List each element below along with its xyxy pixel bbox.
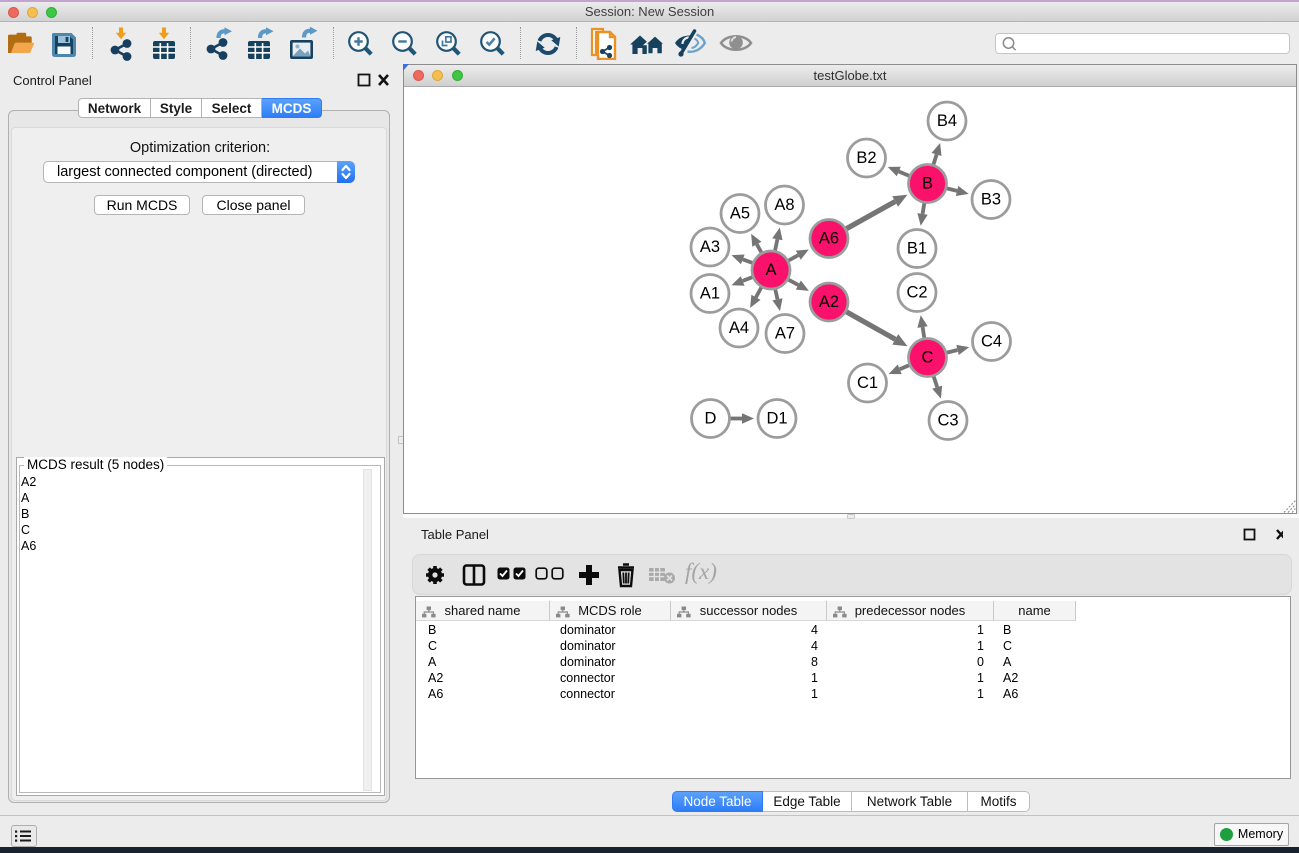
svg-text:B3: B3: [981, 191, 1001, 209]
svg-text:A8: A8: [774, 196, 794, 214]
svg-text:A7: A7: [775, 325, 795, 343]
svg-text:A4: A4: [729, 319, 749, 337]
svg-text:C3: C3: [937, 412, 958, 430]
svg-text:A1: A1: [700, 285, 720, 303]
svg-text:C1: C1: [857, 374, 878, 392]
svg-text:A6: A6: [819, 230, 839, 248]
svg-text:A3: A3: [700, 238, 720, 256]
svg-text:C2: C2: [906, 284, 927, 302]
svg-text:B: B: [922, 175, 933, 193]
svg-text:A2: A2: [819, 293, 839, 311]
svg-text:C: C: [922, 349, 934, 367]
svg-text:A: A: [765, 261, 776, 279]
svg-text:C4: C4: [981, 333, 1002, 351]
svg-text:B1: B1: [907, 240, 927, 258]
svg-text:A5: A5: [730, 205, 750, 223]
svg-text:B4: B4: [937, 112, 957, 130]
svg-text:D: D: [705, 410, 717, 428]
svg-text:B2: B2: [856, 149, 876, 167]
svg-text:D1: D1: [766, 410, 787, 428]
